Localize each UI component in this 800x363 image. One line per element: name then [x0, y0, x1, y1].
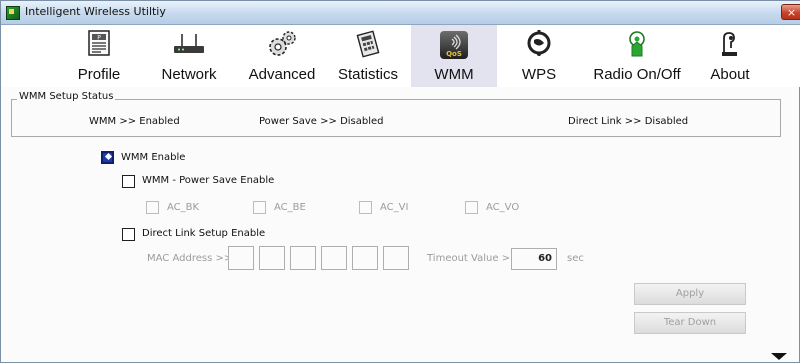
- app-icon: [6, 6, 20, 20]
- close-button[interactable]: ×: [781, 4, 800, 20]
- toolbar-about-button[interactable]: About: [699, 25, 761, 87]
- wps-icon: [527, 30, 551, 56]
- toolbar-profile-button[interactable]: P Profile: [59, 25, 139, 87]
- wmm-enable-label: WMM Enable: [121, 152, 186, 163]
- app-window: Intelligent Wireless Utiltiy × P Profile: [0, 0, 800, 363]
- tear-down-button[interactable]: Tear Down: [634, 312, 746, 334]
- scroll-down-arrow-icon[interactable]: [771, 353, 787, 360]
- toolbar-wps-label: WPS: [521, 66, 557, 83]
- wmm-enable-checkbox[interactable]: [101, 151, 114, 164]
- ac-vo-checkbox[interactable]: [465, 201, 478, 214]
- status-wmm: WMM >> Enabled: [89, 116, 180, 127]
- wmm-qos-icon: QoS: [440, 31, 468, 59]
- mac-address-field-1[interactable]: [228, 246, 254, 270]
- toolbar-radio-label: Radio On/Off: [593, 66, 681, 83]
- timeout-value-input[interactable]: 60: [511, 248, 557, 270]
- mac-address-field-3[interactable]: [290, 246, 316, 270]
- title-bar: Intelligent Wireless Utiltiy ×: [1, 1, 800, 25]
- mac-address-label: MAC Address >>: [147, 253, 233, 264]
- power-save-enable-label: WMM - Power Save Enable: [142, 175, 275, 186]
- toolbar-network-label: Network: [161, 66, 217, 83]
- profile-icon: P: [88, 30, 110, 56]
- ac-vo-label: AC_VO: [486, 202, 520, 213]
- ac-bk-label: AC_BK: [167, 202, 200, 213]
- about-icon: [722, 32, 737, 56]
- radio-icon: [629, 31, 645, 57]
- mac-address-field-5[interactable]: [352, 246, 378, 270]
- ac-be-label: AC_BE: [274, 202, 306, 213]
- toolbar-advanced-button[interactable]: Advanced: [239, 25, 325, 87]
- ac-vi-checkbox[interactable]: [359, 201, 372, 214]
- direct-link-enable-label: Direct Link Setup Enable: [142, 228, 266, 239]
- toolbar-radio-button[interactable]: Radio On/Off: [587, 25, 687, 87]
- timeout-unit: sec: [567, 253, 584, 264]
- mac-address-field-4[interactable]: [321, 246, 347, 270]
- status-direct-link: Direct Link >> Disabled: [568, 116, 689, 127]
- network-icon: [174, 34, 204, 53]
- wmm-status-legend: WMM Setup Status: [17, 91, 116, 102]
- ac-be-checkbox[interactable]: [253, 201, 266, 214]
- toolbar-statistics-button[interactable]: Statistics: [329, 25, 407, 87]
- direct-link-enable-checkbox[interactable]: [122, 228, 135, 241]
- qos-icon-text: QoS: [446, 50, 462, 58]
- statistics-icon: [356, 30, 380, 58]
- toolbar-advanced-label: Advanced: [248, 66, 316, 83]
- toolbar-network-button[interactable]: Network: [149, 25, 229, 87]
- status-power-save: Power Save >> Disabled: [259, 116, 384, 127]
- main-toolbar: P Profile Network Advanced Statistics Qo…: [1, 25, 800, 87]
- toolbar-wps-button[interactable]: WPS: [509, 25, 569, 87]
- toolbar-about-label: About: [710, 66, 750, 83]
- window-title: Intelligent Wireless Utiltiy: [25, 5, 166, 18]
- apply-button[interactable]: Apply: [634, 283, 746, 305]
- toolbar-wmm-button[interactable]: QoS WMM: [411, 25, 497, 87]
- toolbar-statistics-label: Statistics: [337, 66, 398, 83]
- advanced-icon: [269, 31, 296, 56]
- mac-address-field-6[interactable]: [383, 246, 409, 270]
- ac-bk-checkbox[interactable]: [146, 201, 159, 214]
- toolbar-wmm-label: WMM: [434, 66, 474, 83]
- svg-text:P: P: [97, 35, 101, 42]
- mac-address-field-2[interactable]: [259, 246, 285, 270]
- power-save-enable-checkbox[interactable]: [122, 175, 135, 188]
- timeout-label: Timeout Value >>: [427, 253, 519, 264]
- ac-vi-label: AC_VI: [380, 202, 409, 213]
- toolbar-profile-label: Profile: [77, 66, 121, 83]
